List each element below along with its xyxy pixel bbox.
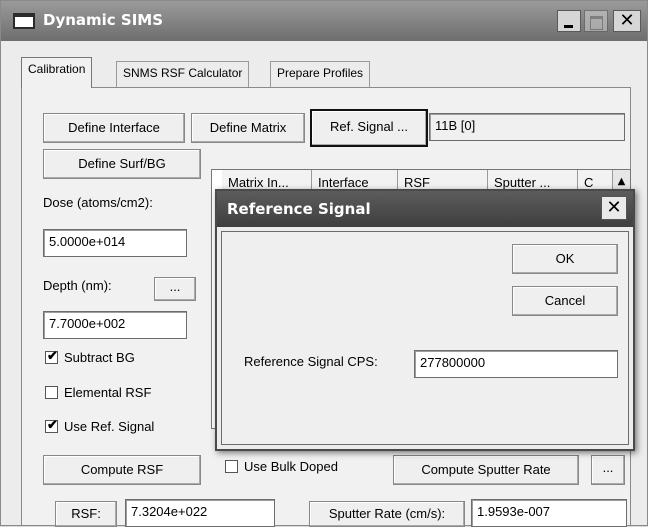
depth-input[interactable]: 7.7000e+002: [43, 311, 187, 339]
checkbox-box[interactable]: [225, 460, 238, 473]
elemental-rsf-label: Elemental RSF: [64, 385, 152, 400]
sputter-more-button[interactable]: ...: [591, 455, 625, 485]
cps-input[interactable]: 277800000: [414, 350, 618, 378]
dose-input[interactable]: 5.0000e+014: [43, 229, 187, 257]
tab-calibration[interactable]: Calibration: [21, 57, 93, 88]
depth-more-button[interactable]: ...: [154, 277, 196, 301]
subtract-bg-label: Subtract BG: [64, 350, 135, 365]
compute-sputter-rate-button[interactable]: Compute Sputter Rate: [393, 455, 579, 485]
ref-signal-field: 11B [0]: [429, 113, 625, 141]
define-matrix-button[interactable]: Define Matrix: [191, 113, 305, 143]
dose-label: Dose (atoms/cm2):: [43, 195, 153, 210]
tab-snms-rsf-calculator[interactable]: SNMS RSF Calculator: [116, 61, 250, 87]
rsf-value[interactable]: 7.3204e+022: [125, 499, 275, 527]
define-interface-button[interactable]: Define Interface: [43, 113, 185, 143]
window-title: Dynamic SIMS: [43, 11, 164, 29]
maximize-button[interactable]: [584, 10, 608, 32]
close-button[interactable]: ✕: [613, 10, 641, 32]
use-ref-signal-checkbox[interactable]: Use Ref. Signal: [45, 417, 155, 434]
app-window: Dynamic SIMS ✕ Calibration SNMS RSF Calc…: [0, 0, 648, 527]
title-bar[interactable]: Dynamic SIMS ✕: [1, 1, 647, 41]
rsf-button[interactable]: RSF:: [55, 501, 117, 527]
elemental-rsf-checkbox[interactable]: Elemental RSF: [45, 385, 151, 400]
cancel-button[interactable]: Cancel: [512, 286, 618, 316]
use-bulk-doped-label: Use Bulk Doped: [244, 459, 338, 474]
define-surf-bg-button[interactable]: Define Surf/BG: [43, 149, 201, 179]
dialog-title-text: Reference Signal: [227, 200, 371, 218]
checkbox-box[interactable]: [45, 386, 58, 399]
minimize-button[interactable]: [557, 10, 581, 32]
subtract-bg-checkbox[interactable]: Subtract BG: [45, 348, 135, 365]
cps-label: Reference Signal CPS:: [244, 354, 378, 369]
use-bulk-doped-checkbox[interactable]: Use Bulk Doped: [225, 459, 338, 474]
ok-button[interactable]: OK: [512, 244, 618, 274]
ref-signal-button[interactable]: Ref. Signal ...: [310, 109, 428, 147]
dialog-body: OK Cancel Reference Signal CPS: 27780000…: [221, 231, 629, 445]
dialog-close-button[interactable]: ✕: [601, 196, 627, 220]
checkbox-box[interactable]: [45, 348, 58, 364]
checkbox-box[interactable]: [45, 417, 58, 433]
depth-label: Depth (nm):: [43, 278, 112, 293]
dialog-title[interactable]: Reference Signal: [217, 191, 633, 227]
use-ref-signal-label: Use Ref. Signal: [64, 419, 155, 434]
window-icon: [13, 13, 35, 29]
compute-rsf-button[interactable]: Compute RSF: [43, 455, 201, 485]
sputter-rate-value[interactable]: 1.9593e-007: [471, 499, 627, 527]
reference-signal-dialog: Reference Signal ✕ OK Cancel Reference S…: [215, 189, 635, 451]
sputter-rate-button[interactable]: Sputter Rate (cm/s):: [309, 501, 465, 527]
tab-prepare-profiles[interactable]: Prepare Profiles: [270, 61, 371, 87]
